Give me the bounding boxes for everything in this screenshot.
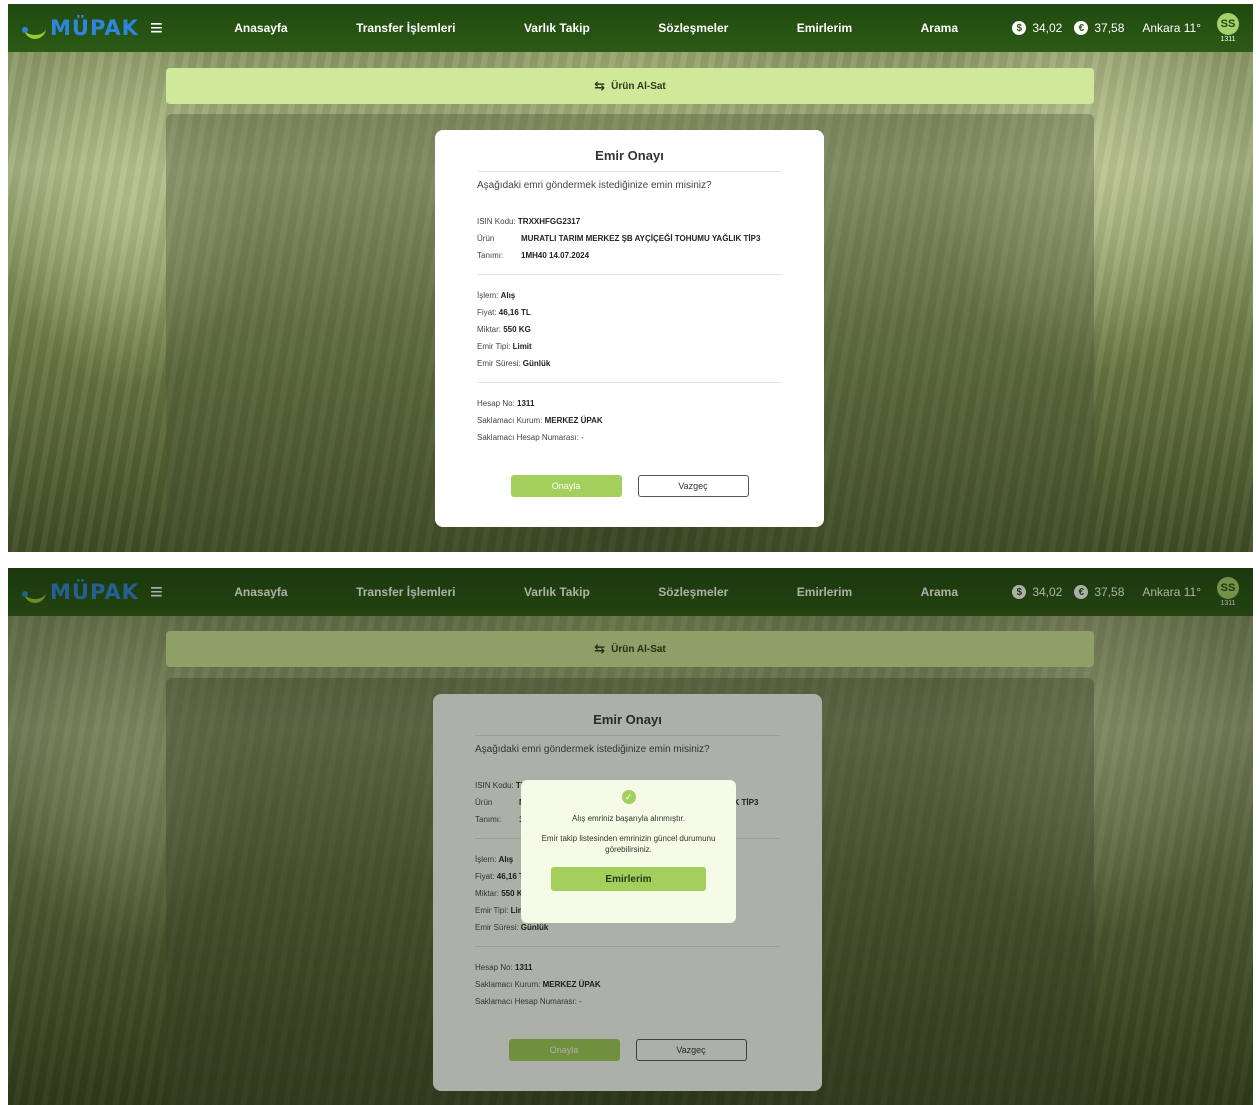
- desc-label: Tanımı:: [477, 251, 504, 260]
- nav-item-varlik-takip[interactable]: Varlık Takip: [524, 21, 590, 35]
- nav-item-sozlesmeler[interactable]: Sözleşmeler: [658, 21, 728, 35]
- avatar[interactable]: SS: [1217, 13, 1239, 35]
- isin-label: ISIN Kodu:: [477, 217, 516, 226]
- success-info: Emir takip listesinden emrinizin güncel …: [541, 834, 716, 854]
- user-menu[interactable]: SS 1311: [1217, 13, 1239, 43]
- nav-item-anasayfa[interactable]: Anasayfa: [234, 21, 287, 35]
- isin-value: TRXXHFGG2317: [517, 217, 581, 226]
- product-buy-sell-bar[interactable]: ⇆ Ürün Al-Sat: [166, 68, 1094, 104]
- success-dialog: ✓ Alış emriniz başarıyla alınmıştır. Emi…: [521, 780, 736, 923]
- saklamaci-hesap-label: Saklamacı Hesap Numarası:: [477, 433, 579, 442]
- fiyat-label: Fiyat:: [477, 308, 497, 317]
- hesap-label: Hesap No:: [477, 399, 515, 408]
- order-section: İşlem: Alış Fiyat: 46,16 TL Miktar: 550 …: [477, 287, 782, 383]
- product-value: MURATLI TARIM MERKEZ ŞB AYÇİÇEĞİ TOHUMU …: [521, 234, 761, 243]
- order-confirm-modal: Emir Onayı Aşağıdaki emri göndermek iste…: [435, 130, 824, 527]
- confirm-button[interactable]: Onayla: [510, 475, 622, 497]
- emir-suresi-label: Emir Süresi:: [477, 359, 521, 368]
- fiyat-value: 46,16 TL: [498, 308, 531, 317]
- usd-rate: 34,02: [1032, 21, 1063, 35]
- modal-title: Emir Onayı: [477, 148, 782, 172]
- logo-text: MÜPAK: [50, 16, 139, 40]
- check-circle-icon: ✓: [621, 790, 636, 804]
- nav-item-arama[interactable]: Arama: [921, 21, 958, 35]
- swap-arrows-icon: ⇆: [594, 78, 606, 93]
- emir-tipi-label: Emir Tipi:: [477, 342, 511, 351]
- hamburger-menu-icon[interactable]: ≡: [150, 15, 190, 41]
- emir-tipi-value: Limit: [512, 342, 532, 351]
- emir-suresi-value: Günlük: [522, 359, 551, 368]
- saklamaci-value: MERKEZ ÜPAK: [544, 416, 603, 425]
- logo[interactable]: MÜPAK: [22, 16, 142, 40]
- account-section: Hesap No: 1311 Saklamacı Kurum: MERKEZ Ü…: [477, 395, 782, 446]
- nav-item-transfer[interactable]: Transfer İşlemleri: [356, 21, 455, 35]
- weather-info: Ankara 11°: [1142, 21, 1201, 35]
- action-bar-label: Ürün Al-Sat: [611, 80, 666, 92]
- miktar-value: 550 KG: [503, 325, 531, 334]
- euro-icon: €: [1074, 21, 1089, 35]
- modal-buttons: Onayla Vazgeç: [435, 475, 824, 497]
- islem-value: Alış: [500, 291, 516, 300]
- product-label: Ürün: [477, 234, 495, 243]
- saklamaci-label: Saklamacı Kurum:: [477, 416, 543, 425]
- nav-item-emirlerim[interactable]: Emirlerim: [797, 21, 852, 35]
- cancel-button[interactable]: Vazgeç: [637, 475, 749, 497]
- islem-label: İşlem:: [477, 291, 499, 300]
- top-navbar: MÜPAK ≡ Anasayfa Transfer İşlemleri Varl…: [8, 4, 1253, 52]
- main-nav: Anasayfa Transfer İşlemleri Varlık Takip…: [200, 21, 992, 35]
- emirlerim-button[interactable]: Emirlerim: [551, 867, 706, 891]
- saklamaci-hesap-value: -: [581, 433, 584, 442]
- eur-rate: 37,58: [1094, 21, 1125, 35]
- dollar-icon: $: [1012, 21, 1027, 35]
- currency-rates: $ 34,02 € 37,58: [1012, 21, 1130, 35]
- screenshot-order-success: MÜPAK ≡ Anasayfa Transfer İşlemleri Varl…: [8, 568, 1253, 1105]
- screenshot-order-confirm: MÜPAK ≡ Anasayfa Transfer İşlemleri Varl…: [8, 4, 1253, 552]
- desc-value: 1MH40 14.07.2024: [521, 251, 590, 260]
- account-number: 1311: [1220, 36, 1236, 43]
- product-section: ISIN Kodu: TRXXHFGG2317 Ürün MURATLI TARI…: [477, 213, 782, 275]
- success-message: Alış emriniz başarıyla alınmıştır.: [572, 814, 685, 823]
- miktar-label: Miktar:: [477, 325, 501, 334]
- hesap-value: 1311: [517, 399, 535, 408]
- logo-mark-icon: [22, 19, 48, 39]
- modal-question: Aşağıdaki emri göndermek istediğinize em…: [477, 180, 712, 191]
